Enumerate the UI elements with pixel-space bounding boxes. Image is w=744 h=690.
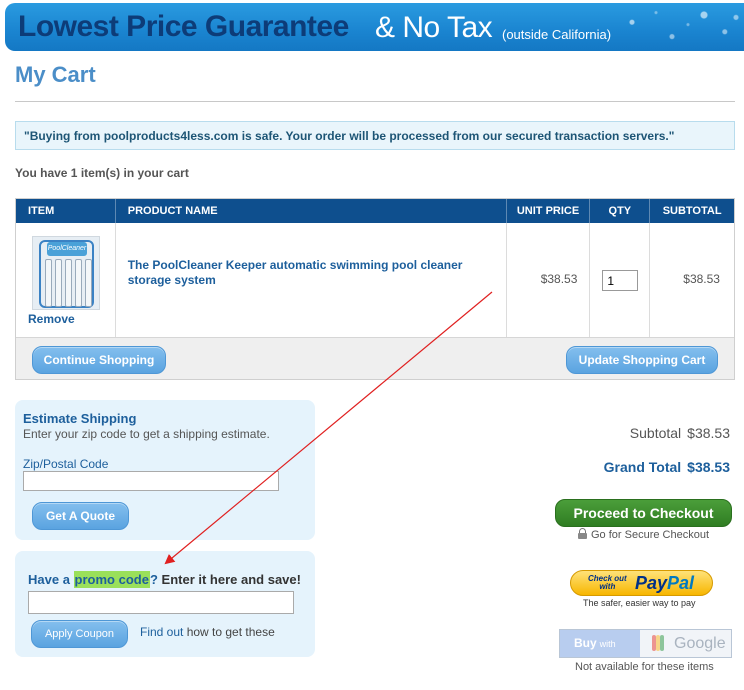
estimate-shipping-panel: Estimate Shipping Enter your zip code to… (15, 400, 315, 540)
find-out-text: Find out how to get these (140, 625, 275, 639)
paypal-logo: PayPal (635, 573, 695, 593)
paypal-tagline: The safer, easier way to pay (583, 598, 696, 608)
promo-code-panel: Have a promo code? Enter it here and sav… (15, 551, 315, 657)
thumbnail-brand-label: PoolCleaner (47, 242, 87, 256)
remove-item-link[interactable]: Remove (28, 312, 75, 326)
product-name-link[interactable]: The PoolCleaner Keeper automatic swimmin… (128, 258, 488, 288)
zip-code-input[interactable] (23, 471, 279, 491)
google-logo: Google (674, 635, 726, 652)
column-header-subtotal: SUBTOTAL (662, 205, 722, 217)
lock-icon (578, 528, 587, 539)
grand-total: Grand Total $38.53 (598, 459, 730, 475)
line-subtotal: $38.53 (683, 272, 720, 286)
estimate-shipping-title: Estimate Shipping (23, 411, 137, 426)
divider (15, 101, 735, 102)
google-buy-label: Buy with (560, 630, 640, 657)
paypal-checkout-text: Check out with (588, 574, 627, 591)
google-checkout-button[interactable]: Buy with Google (559, 629, 732, 658)
column-header-unit-price: UNIT PRICE (507, 199, 591, 223)
get-quote-button[interactable]: Get A Quote (32, 502, 129, 530)
cart-actions-bar: Continue Shopping Update Shopping Cart (16, 337, 734, 379)
google-unavailable-note: Not available for these items (575, 661, 714, 673)
item-count-text: You have 1 item(s) in your cart (15, 166, 189, 180)
estimate-shipping-subtitle: Enter your zip code to get a shipping es… (23, 427, 270, 441)
column-header-product-name: PRODUCT NAME (116, 199, 507, 223)
grand-total-label: Grand Total (603, 459, 682, 475)
cart-table-header: ITEM PRODUCT NAME UNIT PRICE QTY SUBTOTA… (16, 199, 734, 223)
secure-checkout-note: Go for Secure Checkout (578, 528, 709, 541)
page-title: My Cart (15, 62, 96, 87)
product-thumbnail[interactable]: PoolCleaner (32, 236, 100, 310)
promo-code-highlight: promo code (73, 571, 150, 588)
promo-prompt: Have a promo code? Enter it here and sav… (28, 571, 301, 588)
proceed-to-checkout-button[interactable]: Proceed to Checkout (555, 499, 732, 527)
column-header-item: ITEM (16, 199, 116, 223)
banner-headline: Lowest Price Guarantee (18, 10, 349, 43)
unit-price-cell: $38.53 (507, 223, 591, 337)
order-subtotal: Subtotal $38.53 (624, 425, 730, 441)
security-message: "Buying from poolproducts4less.com is sa… (15, 121, 735, 150)
unit-price: $38.53 (540, 272, 578, 286)
update-cart-button[interactable]: Update Shopping Cart (566, 346, 718, 374)
promo-banner: Lowest Price Guarantee & No Tax (outside… (5, 3, 744, 51)
paypal-checkout-button[interactable]: Check out with PayPal (570, 570, 713, 596)
continue-shopping-button[interactable]: Continue Shopping (32, 346, 166, 374)
qty-cell (590, 223, 651, 337)
find-out-link[interactable]: Find out (140, 625, 183, 639)
grand-total-value: $38.53 (687, 459, 730, 475)
table-row: PoolCleaner Remove The PoolCleaner Keepe… (16, 223, 734, 337)
zip-label: Zip/Postal Code (23, 457, 109, 471)
subtotal-label: Subtotal (629, 425, 682, 441)
google-wallet-icon (652, 635, 666, 651)
subtotal-cell: $38.53 (650, 223, 734, 337)
item-cell: PoolCleaner Remove (16, 223, 116, 337)
banner-no-tax: & No Tax (375, 11, 493, 44)
cart-table: ITEM PRODUCT NAME UNIT PRICE QTY SUBTOTA… (15, 198, 735, 380)
promo-code-input[interactable] (28, 591, 294, 614)
product-name-cell: The PoolCleaner Keeper automatic swimmin… (116, 223, 507, 337)
subtotal-value: $38.53 (687, 425, 730, 441)
quantity-input[interactable] (602, 270, 639, 291)
column-header-qty: QTY (590, 199, 651, 223)
banner-outside-note: (outside California) (502, 27, 612, 42)
apply-coupon-button[interactable]: Apply Coupon (31, 620, 128, 648)
